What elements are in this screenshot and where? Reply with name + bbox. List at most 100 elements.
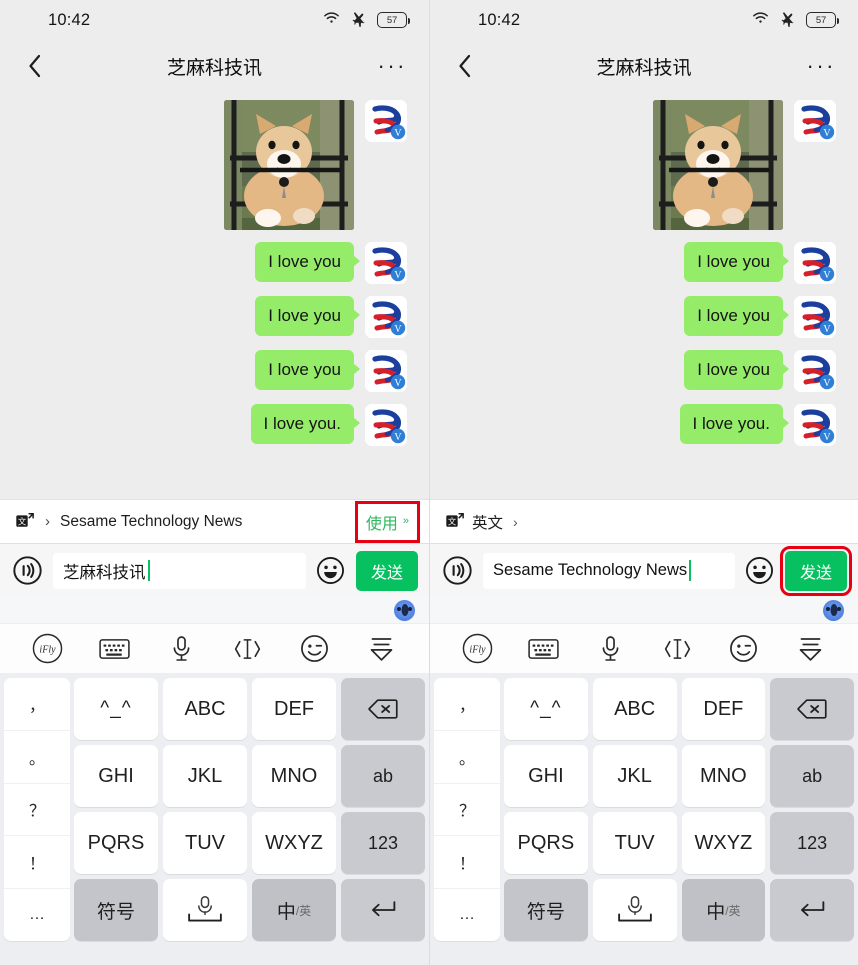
numeric-key[interactable]: 123	[770, 812, 854, 874]
page-title: 芝麻科技讯	[596, 57, 692, 79]
target-language-label[interactable]: 英文	[472, 511, 503, 533]
right-phone-panel: 10:42 57 芝麻科技讯 ··· I love you I love you…	[429, 0, 858, 965]
status-icons: 57	[751, 8, 840, 32]
translate-icon	[14, 511, 36, 533]
ab-key[interactable]: ab	[770, 745, 854, 807]
key-def[interactable]: DEF	[681, 678, 766, 740]
translate-icon	[444, 511, 466, 533]
key-ghi[interactable]: GHI	[74, 745, 158, 807]
punct-key-comma[interactable]: ，	[434, 678, 500, 731]
chevron-right-icon[interactable]: ›	[513, 514, 518, 530]
ab-key[interactable]: ab	[341, 745, 425, 807]
microphone-icon[interactable]	[164, 632, 198, 666]
status-time: 10:42	[48, 10, 91, 29]
emoticon-icon[interactable]	[298, 632, 332, 666]
message-bubble[interactable]: I love you	[255, 350, 360, 391]
key-pqrs[interactable]: PQRS	[74, 812, 158, 874]
emoji-icon[interactable]	[316, 556, 346, 586]
keyboard-icon[interactable]	[97, 632, 131, 666]
shiba-inu-photo[interactable]	[653, 100, 783, 230]
use-translation-button[interactable]: 使用 »	[354, 500, 421, 543]
punct-key-exclaim[interactable]: ！	[434, 836, 500, 890]
key-wxyz[interactable]: WXYZ	[681, 812, 766, 874]
message-bubble[interactable]: I love you	[684, 242, 789, 283]
punct-key-comma[interactable]: ，	[4, 678, 70, 731]
punct-key-ellipsis[interactable]: …	[434, 889, 500, 941]
symbols-key[interactable]: 符号	[504, 879, 588, 941]
collapse-keyboard-icon[interactable]	[794, 632, 828, 666]
chat-message-list: I love you I love you I love you I love …	[0, 92, 429, 499]
translated-text: Sesame Technology News	[60, 512, 243, 530]
ime-mascot-icon[interactable]	[823, 599, 844, 621]
ime-mascot-icon[interactable]	[394, 599, 415, 621]
more-options-icon[interactable]: ···	[378, 55, 407, 77]
backspace-key[interactable]	[770, 678, 854, 740]
more-options-icon[interactable]: ···	[807, 55, 836, 77]
key-mno[interactable]: MNO	[681, 745, 766, 807]
message-bubble[interactable]: I love you	[255, 242, 360, 283]
key-tuv[interactable]: TUV	[163, 812, 247, 874]
key-ghi[interactable]: GHI	[504, 745, 588, 807]
language-toggle-key[interactable]: 中/英	[252, 879, 336, 941]
collapse-keyboard-icon[interactable]	[365, 632, 399, 666]
message-input[interactable]: 芝麻科技讯	[53, 552, 306, 589]
punct-key-exclaim[interactable]: ！	[4, 836, 70, 890]
send-button[interactable]: 发送	[355, 550, 418, 591]
voice-input-icon[interactable]	[11, 555, 43, 587]
key-abc[interactable]: ABC	[592, 678, 677, 740]
punct-key-question[interactable]: ？	[434, 784, 500, 837]
punct-key-ellipsis[interactable]: …	[4, 889, 70, 941]
key-tuv[interactable]: TUV	[592, 812, 677, 874]
voice-input-icon[interactable]	[441, 555, 473, 587]
message-input-value: 芝麻科技讯	[63, 563, 146, 582]
back-chevron-icon[interactable]	[22, 53, 48, 79]
send-button[interactable]: 发送	[779, 545, 853, 596]
punct-key-question[interactable]: ？	[4, 784, 70, 837]
battery-indicator: 57	[377, 12, 411, 28]
language-toggle-key[interactable]: 中/英	[681, 879, 766, 941]
key-wxyz[interactable]: WXYZ	[252, 812, 336, 874]
symbols-key[interactable]: 符号	[74, 879, 158, 941]
back-chevron-icon[interactable]	[452, 53, 478, 79]
enter-key[interactable]	[341, 879, 425, 941]
ime-logo-icon[interactable]	[30, 632, 64, 666]
avatar	[794, 350, 836, 392]
message-bubble[interactable]: I love you.	[250, 404, 360, 445]
chat-row-text: I love you.	[679, 404, 836, 446]
message-bubble[interactable]: I love you	[255, 296, 360, 337]
key-jkl[interactable]: JKL	[163, 745, 247, 807]
emoji-icon[interactable]	[745, 556, 775, 586]
status-time: 10:42	[478, 10, 521, 29]
key-mno[interactable]: MNO	[252, 745, 336, 807]
key-abc[interactable]: ABC	[163, 678, 247, 740]
message-bubble[interactable]: I love you	[684, 296, 789, 337]
translate-expand-chevron-icon[interactable]: ›	[45, 513, 50, 530]
kaomoji-key[interactable]: ^_^	[74, 678, 158, 740]
message-input[interactable]: Sesame Technology News	[483, 552, 735, 589]
nav-bar: 芝麻科技讯 ···	[430, 40, 858, 92]
enter-key[interactable]	[770, 879, 854, 941]
emoticon-icon[interactable]	[727, 632, 761, 666]
space-key[interactable]	[163, 879, 247, 941]
t9-key-grid: ^_^ ABC DEF GHI JKL MNO ab PQRS TUV WXYZ…	[74, 678, 425, 941]
numeric-key[interactable]: 123	[341, 812, 425, 874]
key-pqrs[interactable]: PQRS	[504, 812, 588, 874]
message-bubble[interactable]: I love you	[684, 350, 789, 391]
punct-key-period[interactable]: 。	[434, 731, 500, 784]
punct-key-period[interactable]: 。	[4, 731, 70, 784]
keyboard: ， 。 ？ ！ … ^_^ ABC DEF GHI JKL MNO ab PQR…	[430, 597, 858, 965]
key-def[interactable]: DEF	[252, 678, 336, 740]
ime-logo-icon[interactable]	[460, 632, 494, 666]
space-key[interactable]	[592, 879, 677, 941]
cursor-move-icon[interactable]	[660, 632, 694, 666]
key-jkl[interactable]: JKL	[592, 745, 677, 807]
shiba-inu-photo[interactable]	[224, 100, 354, 230]
microphone-icon[interactable]	[594, 632, 628, 666]
kaomoji-key[interactable]: ^_^	[504, 678, 588, 740]
backspace-key[interactable]	[341, 678, 425, 740]
cursor-move-icon[interactable]	[231, 632, 265, 666]
chat-row-text: I love you	[255, 296, 407, 338]
keyboard-icon[interactable]	[527, 632, 561, 666]
message-bubble[interactable]: I love you.	[679, 404, 789, 445]
language-toggle-primary: 中	[706, 901, 726, 923]
